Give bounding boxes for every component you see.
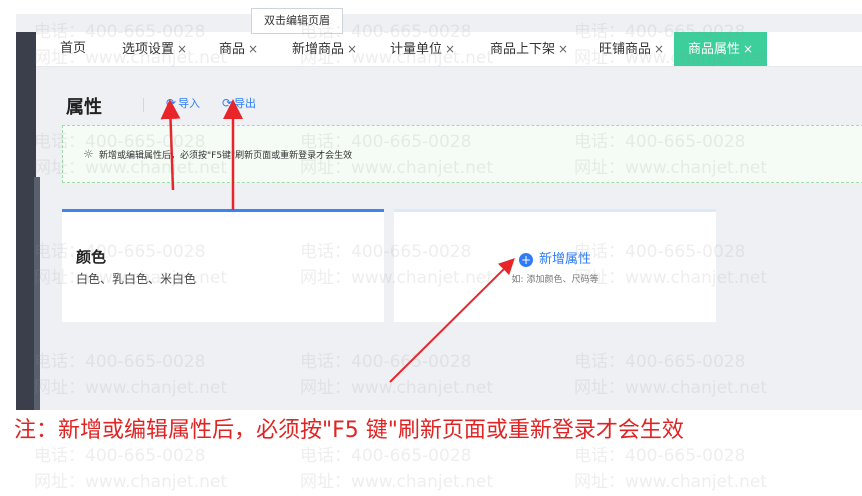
title-divider xyxy=(143,98,144,112)
app-window: 首页 选项设置 × 商品 × 新增商品 × 计量单位 × 商品上下架 × 旺铺商品 × 商品… xyxy=(16,14,862,410)
tab-shop-goods[interactable]: 旺铺商品 × xyxy=(599,32,664,66)
export-label: 导出 xyxy=(234,97,257,110)
tab-label: 选项设置 xyxy=(122,42,175,57)
attribute-values: 白色、乳白色、米白色 xyxy=(76,272,197,286)
tooltip: 双击编辑页眉 xyxy=(251,8,343,34)
lightbulb-icon: ☼ xyxy=(83,147,94,161)
tab-label: 商品上下架 xyxy=(490,42,556,57)
tab-close-icon[interactable]: × xyxy=(558,42,568,56)
add-attribute-button[interactable]: + 新增属性 xyxy=(394,248,716,267)
notice-banner: ☼ 新增或编辑属性后，必须按"F5键"刷新页面或重新登录才会生效 xyxy=(62,125,862,183)
tab-home[interactable]: 首页 xyxy=(60,32,86,66)
plus-circle-icon: + xyxy=(518,253,533,267)
add-attribute-card[interactable]: + 新增属性 如: 添加颜色、尺码等 xyxy=(394,209,716,322)
watermark-phone: 电话：400-665-0028 xyxy=(574,446,746,466)
tab-units[interactable]: 计量单位 × xyxy=(390,32,455,66)
footer-note: 注：新增或编辑属性后，必须按"F5 键"刷新页面或重新登录才会生效 xyxy=(14,418,684,443)
watermark-site: 网址：www.chanjet.net xyxy=(34,472,228,492)
add-attribute-label: 新增属性 xyxy=(538,252,591,267)
watermark-site: 网址：www.chanjet.net xyxy=(300,472,494,492)
tab-close-icon[interactable]: × xyxy=(248,42,258,56)
export-icon: ⟳ xyxy=(222,96,233,110)
tab-new-goods[interactable]: 新增商品 × xyxy=(292,32,357,66)
tab-options[interactable]: 选项设置 × xyxy=(122,32,187,66)
tab-attributes[interactable]: 商品属性 × xyxy=(674,32,768,66)
export-button[interactable]: ⟳ 导出 xyxy=(222,95,256,111)
tab-close-icon[interactable]: × xyxy=(347,42,357,56)
attribute-name: 颜色 xyxy=(76,248,107,266)
attribute-card-color[interactable]: 颜色 白色、乳白色、米白色 xyxy=(62,209,384,322)
tab-close-icon[interactable]: × xyxy=(654,42,664,56)
add-attribute-hint: 如: 添加颜色、尺码等 xyxy=(511,275,599,285)
tab-label: 商品 xyxy=(219,42,246,57)
tab-bar: 首页 选项设置 × 商品 × 新增商品 × 计量单位 × 商品上下架 × 旺铺商品 × 商品… xyxy=(36,32,862,67)
tab-close-icon[interactable]: × xyxy=(445,42,455,56)
watermark-phone: 电话：400-665-0028 xyxy=(34,446,206,466)
watermark-phone: 电话：400-665-0028 xyxy=(300,446,472,466)
watermark-site: 网址：www.chanjet.net xyxy=(574,472,768,492)
import-label: 导入 xyxy=(178,97,201,110)
notice-text: 新增或编辑属性后，必须按"F5键"刷新页面或重新登录才会生效 xyxy=(99,151,353,161)
tab-label: 新增商品 xyxy=(292,42,345,57)
tab-label: 首页 xyxy=(60,41,87,56)
page-title: 属性 xyxy=(66,97,102,118)
tab-close-icon[interactable]: × xyxy=(177,42,187,56)
import-icon: ⟳ xyxy=(166,96,177,110)
tab-close-icon[interactable]: × xyxy=(743,42,753,56)
import-button[interactable]: ⟳ 导入 xyxy=(166,95,200,111)
tab-label: 旺铺商品 xyxy=(599,42,652,57)
tab-label: 计量单位 xyxy=(390,42,443,57)
tab-shelf[interactable]: 商品上下架 × xyxy=(490,32,568,66)
tab-goods[interactable]: 商品 × xyxy=(219,32,258,66)
tab-label: 商品属性 xyxy=(688,42,741,57)
left-sidebar xyxy=(16,32,40,410)
main-content: 属性 ⟳ 导入 ⟳ 导出 ☼ 新增或编辑属性后，必须按"F5键"刷新页面或重新登录才… xyxy=(36,67,862,410)
